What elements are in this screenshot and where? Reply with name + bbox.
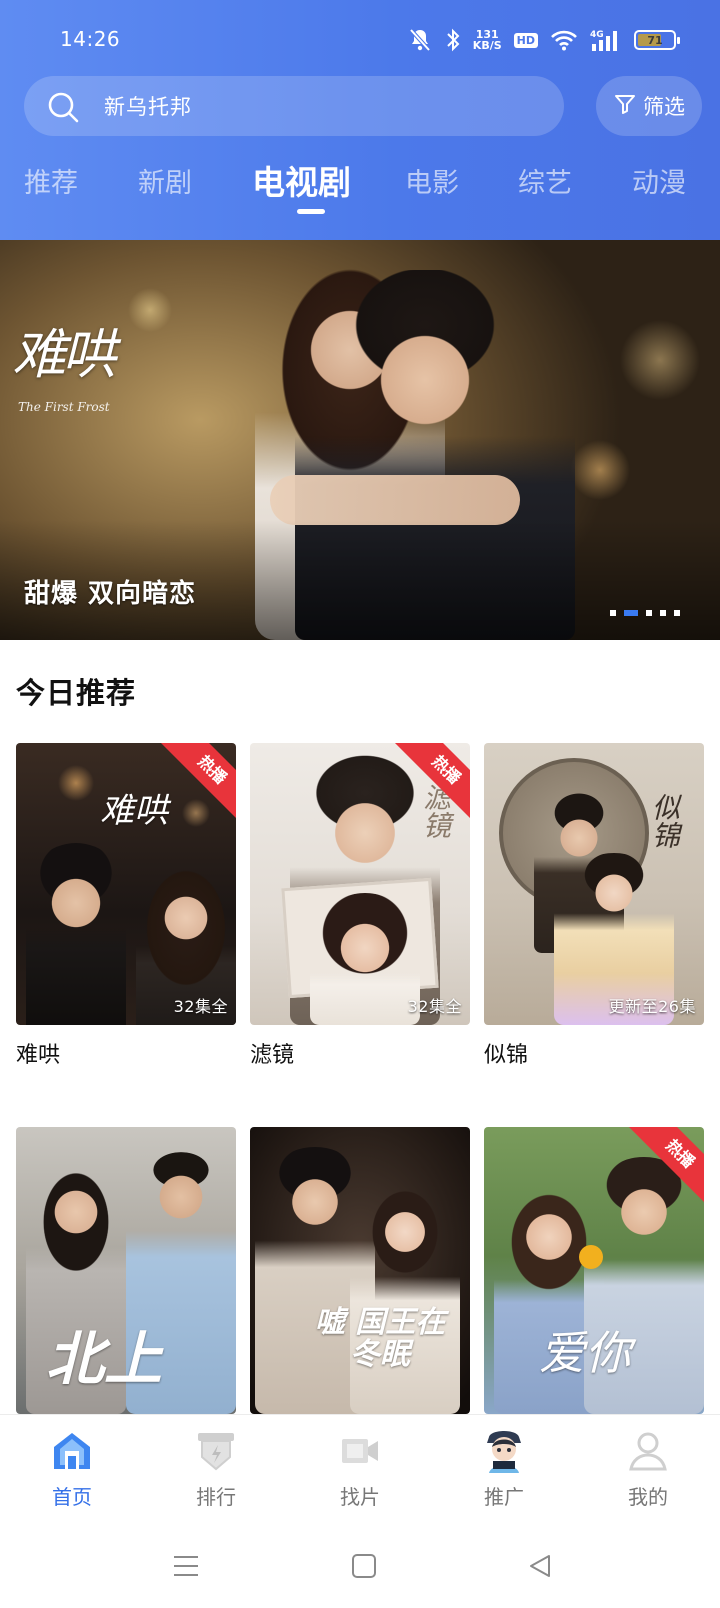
drama-card[interactable]: 嘘 国王在冬眠 [250, 1127, 470, 1414]
drama-card[interactable]: 难哄 热播 32集全 难哄 [16, 743, 236, 1069]
nav-ranking[interactable]: 排行 [144, 1415, 288, 1525]
drama-card[interactable]: 似锦 更新至26集 似锦 [484, 743, 704, 1069]
signal-type: 4G [590, 30, 604, 40]
ranking-icon [194, 1429, 238, 1473]
drama-card[interactable]: 北上 [16, 1127, 236, 1414]
nav-home-label: 首页 [52, 1485, 92, 1509]
mute-icon [407, 27, 433, 53]
category-tabs: 推荐 新剧 电视剧 电影 综艺 动漫 [0, 160, 720, 220]
video-camera-icon [338, 1429, 382, 1473]
menu-icon[interactable] [166, 1546, 206, 1586]
user-icon [626, 1429, 670, 1473]
banner-logo-subtitle: The First Frost [18, 400, 110, 414]
back-triangle-icon[interactable] [520, 1546, 560, 1586]
search-bar[interactable] [24, 76, 564, 136]
drama-poster[interactable]: 滤镜 热播 32集全 [250, 743, 470, 1025]
status-icons: 131 KB/S HD 4G 71 [407, 24, 680, 56]
tab-variety[interactable]: 综艺 [518, 160, 572, 212]
search-input[interactable] [104, 76, 544, 136]
drama-poster[interactable]: 似锦 更新至26集 [484, 743, 704, 1025]
episode-count: 32集全 [173, 997, 228, 1016]
filter-label: 筛选 [643, 95, 685, 119]
banner-dot[interactable] [610, 610, 616, 616]
tab-indicator [297, 209, 325, 214]
home-square-icon[interactable] [344, 1546, 384, 1586]
network-speed: 131 KB/S [473, 29, 502, 51]
battery-level: 71 [647, 33, 663, 47]
poster-logo: 嘘 国王在冬眠 [314, 1305, 446, 1372]
banner-dot[interactable] [646, 610, 652, 616]
drama-poster[interactable]: 爱你 热播 [484, 1127, 704, 1414]
hot-badge: 热播 [157, 743, 236, 825]
drama-card[interactable]: 爱你 热播 [484, 1127, 704, 1414]
battery-icon: 71 [634, 30, 680, 50]
search-icon [46, 90, 80, 128]
drama-card[interactable]: 滤镜 热播 32集全 滤镜 [250, 743, 470, 1069]
tab-tv-series[interactable]: 电视剧 [252, 160, 351, 212]
drama-poster[interactable]: 嘘 国王在冬眠 [250, 1127, 470, 1414]
promo-avatar-icon [481, 1423, 527, 1473]
nav-profile-label: 我的 [628, 1485, 668, 1509]
nav-promo[interactable]: 推广 [432, 1415, 576, 1525]
poster-figure [350, 1177, 460, 1414]
top-header: 14:26 131 KB/S HD 4G 71 新乌托邦 筛选 推荐 新剧 电视… [0, 0, 720, 240]
drama-poster[interactable]: 难哄 热播 32集全 [16, 743, 236, 1025]
nav-find-label: 找片 [340, 1485, 380, 1509]
bluetooth-icon [445, 28, 461, 52]
home-icon [50, 1429, 94, 1473]
banner-dot[interactable] [674, 610, 680, 616]
drama-poster[interactable]: 北上 [16, 1127, 236, 1414]
hd-badge: HD [513, 32, 538, 48]
poster-logo: 似锦 [648, 793, 681, 849]
net-speed-unit: KB/S [472, 39, 502, 52]
drama-title[interactable]: 似锦 [484, 1037, 704, 1069]
poster-figure [26, 843, 126, 1025]
nav-ranking-label: 排行 [196, 1485, 236, 1509]
tab-new-drama[interactable]: 新剧 [138, 160, 192, 212]
episode-count: 32集全 [407, 997, 462, 1016]
poster-logo: 北上 [46, 1325, 163, 1393]
filter-icon [613, 92, 637, 121]
poster-logo: 爱你 [539, 1326, 631, 1380]
nav-home[interactable]: 首页 [0, 1415, 144, 1525]
hero-banner[interactable]: 难哄 The First Frost 甜爆 双向暗恋 [0, 240, 720, 640]
cell-signal-icon: 4G [590, 28, 622, 52]
poster-flower [579, 1245, 603, 1269]
banner-dot[interactable] [660, 610, 666, 616]
drama-title[interactable]: 难哄 [16, 1037, 236, 1069]
status-bar: 14:26 131 KB/S HD 4G 71 [0, 0, 720, 80]
banner-caption: 甜爆 双向暗恋 [24, 579, 197, 609]
tab-recommend[interactable]: 推荐 [24, 160, 78, 212]
tab-anime[interactable]: 动漫 [632, 160, 686, 212]
section-title: 今日推荐 [16, 676, 137, 710]
banner-dot[interactable] [624, 610, 638, 616]
bottom-navigation: 首页 排行 找片 推广 我的 [0, 1414, 720, 1524]
wifi-icon [550, 29, 578, 51]
poster-figure [310, 893, 420, 1025]
poster-logo: 难哄 [100, 791, 168, 831]
nav-profile[interactable]: 我的 [576, 1415, 720, 1525]
episode-count: 更新至26集 [608, 997, 696, 1016]
banner-pagination[interactable] [610, 610, 680, 616]
system-navigation-bar [0, 1524, 720, 1608]
drama-title[interactable]: 滤镜 [250, 1037, 470, 1069]
nav-find[interactable]: 找片 [288, 1415, 432, 1525]
banner-embrace [270, 475, 520, 525]
nav-promo-label: 推广 [484, 1485, 524, 1509]
status-time: 14:26 [60, 27, 121, 51]
filter-button[interactable]: 筛选 [596, 76, 702, 136]
tab-movie[interactable]: 电影 [405, 160, 459, 212]
